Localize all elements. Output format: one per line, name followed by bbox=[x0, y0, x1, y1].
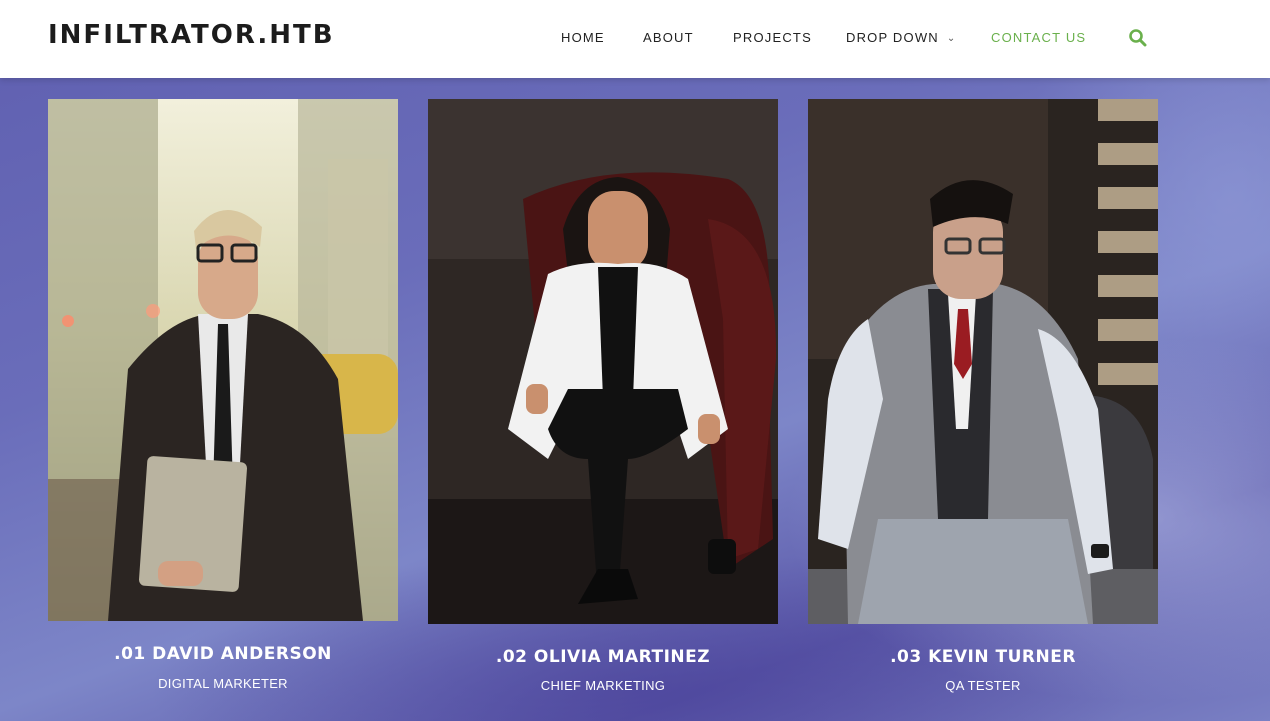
nav-projects[interactable]: PROJECTS bbox=[733, 30, 812, 45]
photo-david bbox=[48, 99, 398, 621]
team-member-role: QA TESTER bbox=[945, 678, 1021, 693]
photo-olivia bbox=[428, 99, 778, 624]
team-member-role: CHIEF MARKETING bbox=[540, 678, 666, 693]
main-nav: HOME ABOUT PROJECTS DROP DOWN ⌄ CONTACT U… bbox=[0, 0, 1270, 78]
nav-contact[interactable]: CONTACT US bbox=[991, 30, 1086, 45]
team-photo bbox=[48, 99, 398, 621]
team-member-name: .03 KEVIN TURNER bbox=[890, 647, 1076, 667]
team-member-name: .01 DAVID ANDERSON bbox=[114, 644, 332, 664]
nav-dropdown-label: DROP DOWN bbox=[846, 30, 939, 45]
search-button[interactable] bbox=[1128, 28, 1148, 48]
team-member-role: DIGITAL MARKETER bbox=[158, 676, 288, 691]
photo-kevin bbox=[808, 99, 1158, 624]
site-header: INFILTRATOR.HTB HOME ABOUT PROJECTS DROP… bbox=[0, 0, 1270, 78]
search-icon bbox=[1129, 29, 1147, 47]
chevron-down-icon: ⌄ bbox=[946, 33, 957, 44]
nav-about[interactable]: ABOUT bbox=[643, 30, 694, 45]
nav-home[interactable]: HOME bbox=[561, 30, 605, 45]
team-photo bbox=[428, 99, 778, 624]
team-member-name: .02 OLIVIA MARTINEZ bbox=[495, 647, 711, 667]
nav-dropdown[interactable]: DROP DOWN ⌄ bbox=[846, 30, 957, 45]
team-photo bbox=[808, 99, 1158, 624]
